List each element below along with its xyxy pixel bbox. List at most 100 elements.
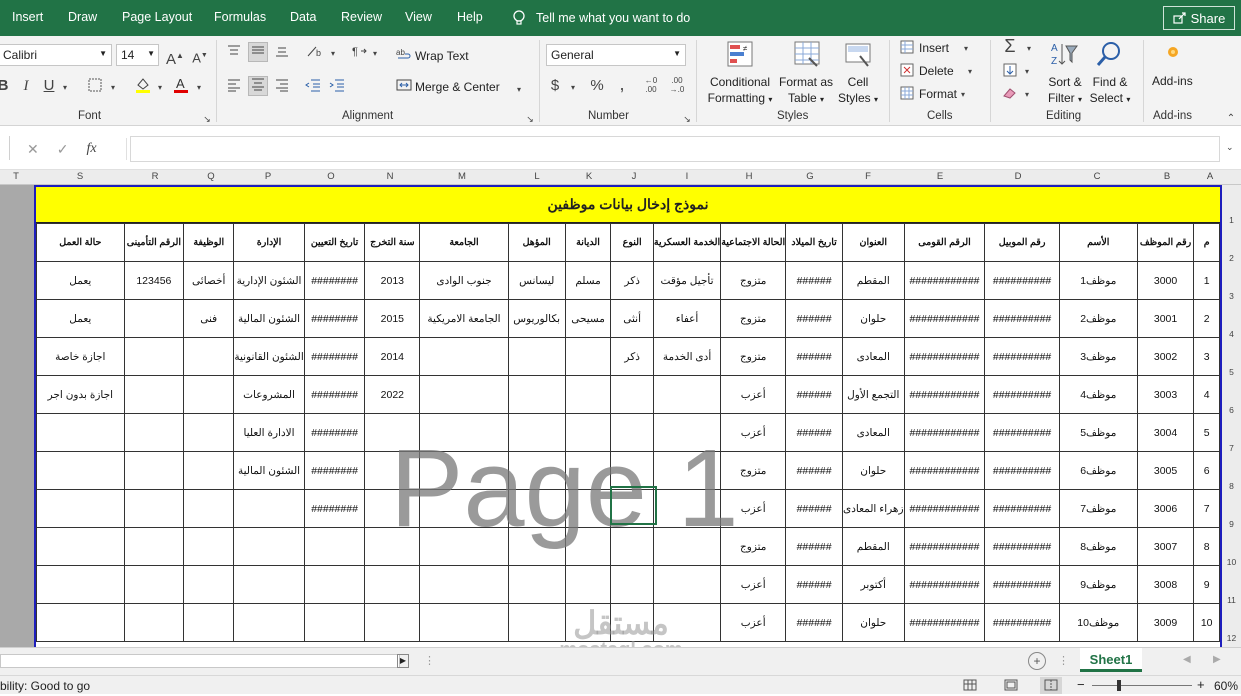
table-cell[interactable]: 8 — [1193, 527, 1220, 566]
table-cell[interactable]: ###### — [785, 603, 843, 642]
table-cell[interactable] — [564, 337, 612, 376]
table-cell[interactable] — [507, 337, 566, 376]
page-break-view-icon[interactable] — [1040, 677, 1062, 694]
table-cell[interactable]: أدى الخدمة — [652, 337, 722, 376]
table-cell[interactable]: ######## — [303, 489, 366, 528]
table-cell[interactable]: حلوان — [842, 299, 905, 338]
table-cell[interactable]: أعفاء — [652, 299, 722, 338]
column-title[interactable]: المؤهل — [507, 223, 566, 262]
table-cell[interactable] — [36, 451, 125, 490]
table-cell[interactable]: 3008 — [1136, 565, 1195, 604]
table-cell[interactable] — [303, 527, 366, 566]
table-cell[interactable]: 4 — [1193, 375, 1220, 414]
table-cell[interactable]: ######## — [303, 337, 366, 376]
column-title[interactable]: الرقم التأمينى — [123, 223, 185, 262]
chevron-down-icon[interactable]: ▾ — [370, 46, 380, 62]
table-cell[interactable]: ########## — [984, 451, 1060, 490]
table-cell[interactable] — [564, 527, 612, 566]
table-cell[interactable] — [36, 413, 125, 452]
chevron-down-icon[interactable]: ▾ — [108, 80, 118, 96]
table-cell[interactable]: 3007 — [1136, 527, 1195, 566]
row-header[interactable]: 1 — [1222, 215, 1241, 225]
normal-view-icon[interactable] — [963, 679, 977, 694]
align-left-icon[interactable] — [226, 78, 242, 96]
table-cell[interactable] — [419, 603, 509, 642]
table-cell[interactable]: ########## — [984, 413, 1060, 452]
increase-decimal-icon[interactable]: ←0.00 — [642, 76, 660, 94]
tab-scroll-right-icon[interactable]: ▶ — [1213, 654, 1221, 665]
table-cell[interactable] — [564, 375, 612, 414]
tab-help[interactable]: Help — [457, 10, 483, 24]
table-cell[interactable]: 3003 — [1136, 375, 1195, 414]
column-header[interactable]: N — [384, 171, 396, 182]
font-size-select[interactable]: 14 ▼ — [116, 44, 159, 66]
table-cell[interactable] — [183, 375, 235, 414]
table-cell[interactable]: ######## — [303, 261, 366, 300]
table-cell[interactable]: ###### — [785, 489, 843, 528]
tab-review[interactable]: Review — [341, 10, 382, 24]
tab-draw[interactable]: Draw — [68, 10, 97, 24]
increase-indent-icon[interactable] — [328, 78, 346, 96]
table-cell[interactable]: متزوج — [720, 299, 787, 338]
share-button[interactable]: Share — [1163, 6, 1235, 30]
decrease-indent-icon[interactable] — [304, 78, 322, 96]
zoom-in-icon[interactable]: + — [1197, 677, 1205, 692]
align-right-icon[interactable] — [274, 78, 290, 96]
table-cell[interactable]: زهراء المعادى — [842, 489, 905, 528]
table-cell[interactable] — [123, 527, 185, 566]
table-cell[interactable] — [364, 603, 421, 642]
chevron-down-icon[interactable]: ▾ — [1022, 64, 1032, 80]
format-as-table-button[interactable]: Format as Table ▾ — [776, 74, 836, 108]
table-cell[interactable]: ############ — [903, 261, 986, 300]
table-cell[interactable]: ###### — [785, 413, 843, 452]
row-header[interactable]: 4 — [1222, 329, 1241, 339]
chevron-down-icon[interactable]: ▾ — [965, 64, 975, 80]
table-cell[interactable]: 2022 — [364, 375, 421, 414]
underline-button[interactable]: U — [43, 78, 55, 94]
table-cell[interactable]: موظف5 — [1058, 413, 1138, 452]
chevron-down-icon[interactable]: ▾ — [1024, 41, 1034, 57]
table-cell[interactable]: أعزب — [720, 603, 787, 642]
table-cell[interactable] — [183, 413, 235, 452]
column-header[interactable]: F — [862, 171, 874, 182]
table-cell[interactable]: ############ — [903, 299, 986, 338]
table-cell[interactable] — [652, 603, 722, 642]
column-title[interactable]: رقم الموظف — [1136, 223, 1195, 262]
row-header[interactable]: 12 — [1222, 633, 1241, 643]
column-header[interactable]: S — [74, 171, 86, 182]
table-cell[interactable] — [564, 489, 612, 528]
table-cell[interactable]: ذكر — [610, 337, 654, 376]
column-title[interactable]: سنة التخرج — [364, 223, 421, 262]
table-cell[interactable]: ############ — [903, 603, 986, 642]
format-button[interactable]: Format — [919, 87, 957, 101]
table-cell[interactable]: يعمل — [36, 261, 125, 300]
column-header[interactable]: H — [743, 171, 755, 182]
scroll-right-icon[interactable]: ▶ — [397, 654, 409, 668]
table-cell[interactable]: 2 — [1193, 299, 1220, 338]
table-cell[interactable]: الادارة العليا — [233, 413, 305, 452]
fill-down-icon[interactable] — [1002, 63, 1018, 81]
chevron-down-icon[interactable]: ▾ — [328, 46, 338, 62]
decrease-font-icon[interactable]: A▼ — [192, 48, 208, 66]
table-cell[interactable]: 123456 — [123, 261, 185, 300]
table-cell[interactable]: متزوج — [720, 261, 787, 300]
tab-view[interactable]: View — [405, 10, 432, 24]
column-title[interactable]: الجامعة — [419, 223, 509, 262]
conditional-formatting-icon[interactable]: ≠ — [725, 40, 755, 72]
table-cell[interactable]: أعزب — [720, 413, 787, 452]
dialog-launcher-icon[interactable]: ↘ — [682, 111, 692, 127]
table-cell[interactable] — [183, 527, 235, 566]
page-layout-view-icon[interactable] — [1004, 679, 1018, 694]
table-cell[interactable]: بكالوريوس — [507, 299, 566, 338]
table-cell[interactable] — [610, 565, 654, 604]
tab-page-layout[interactable]: Page Layout — [122, 10, 192, 24]
table-cell[interactable] — [123, 375, 185, 414]
table-cell[interactable] — [610, 527, 654, 566]
column-title[interactable]: تاريخ الميلاد — [785, 223, 843, 262]
cancel-icon[interactable]: ✕ — [27, 141, 39, 158]
table-cell[interactable] — [564, 565, 612, 604]
table-cell[interactable]: فنى — [183, 299, 235, 338]
table-cell[interactable] — [123, 337, 185, 376]
table-cell[interactable] — [36, 527, 125, 566]
table-cell[interactable]: المشروعات — [233, 375, 305, 414]
